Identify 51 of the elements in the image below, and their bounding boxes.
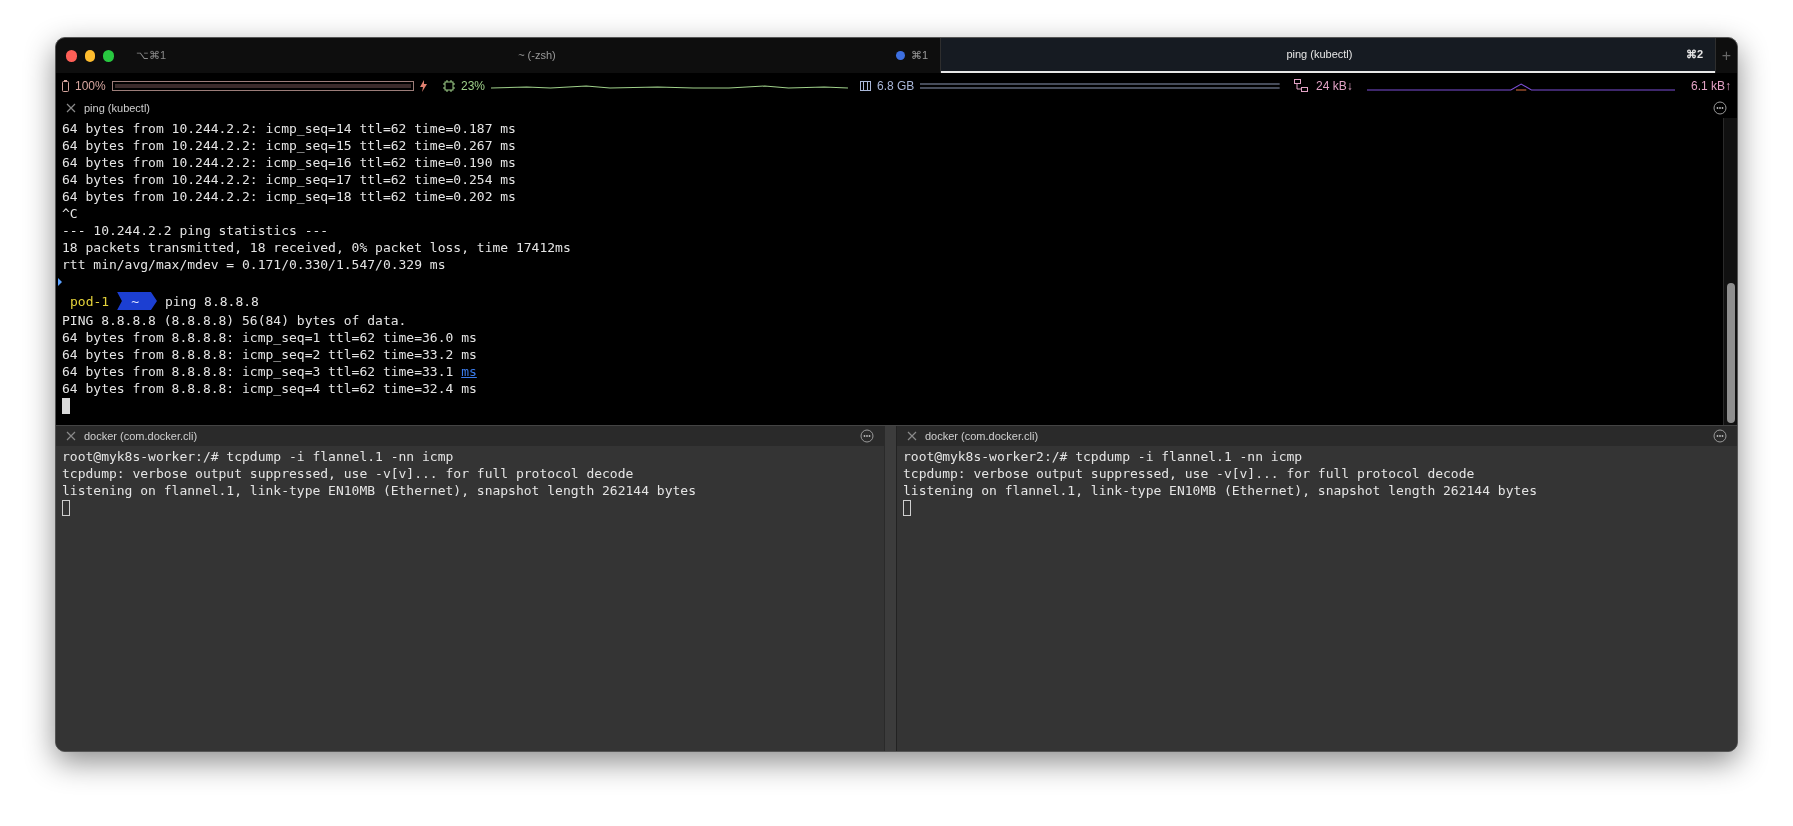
tab-title: ~ (-zsh) — [517, 48, 557, 64]
prompt-directory: ~ — [117, 292, 157, 310]
link[interactable]: ms — [461, 363, 477, 380]
terminal-line: --- 10.244.2.2 ping statistics --- — [62, 222, 329, 239]
pane-title: docker (com.docker.cli) — [925, 428, 1040, 444]
command: ping 8.8.8.8 — [164, 292, 259, 310]
terminal-line: ^C — [62, 205, 78, 222]
terminal-line: 64 bytes from 10.244.2.2: icmp_seq=16 ttl=62 time=0.190 ms — [62, 154, 516, 171]
terminal-line: PING 8.8.8.8 (8.8.8.8) 56(84) bytes of data. — [62, 312, 407, 329]
terminal-line: root@myk8s-worker2:/# tcpdump -i flannel.1 -nn icmp — [903, 448, 1303, 465]
scrollbar[interactable] — [884, 426, 896, 751]
terminal-line: 64 bytes from 8.8.8.8: icmp_seq=3 ttl=62 time=33.1 — [62, 363, 455, 380]
terminal-line: listening on flannel.1, link-type EN10MB (Ethernet), snapshot length 262144 bytes — [62, 482, 696, 499]
terminal-line: 64 bytes from 10.244.2.2: icmp_seq=18 ttl=62 time=0.202 ms — [62, 188, 516, 205]
cpu-percent: 23% — [461, 77, 486, 95]
network-icon — [1294, 79, 1308, 92]
window-shortcut: ⌥⌘1 — [135, 48, 166, 64]
terminal-line: root@myk8s-worker:/# tcpdump -i flannel.1 -nn icmp — [62, 448, 454, 465]
terminal-line: tcpdump: verbose output suppressed, use -v[v]... for full protocol decode — [62, 465, 634, 482]
upload-rate: 6.1 kB↑ — [1690, 77, 1731, 95]
pane-title: docker (com.docker.cli) — [84, 428, 199, 444]
tab[interactable]: ping (kubectl) ⌘2 — [941, 38, 1715, 73]
terminal-line: 64 bytes from 10.244.2.2: icmp_seq=17 ttl=62 time=0.254 ms — [62, 171, 516, 188]
mark-icon — [58, 277, 62, 286]
tab-shortcut: ⌘1 — [910, 48, 928, 64]
terminal-line: 64 bytes from 8.8.8.8: icmp_seq=1 ttl=62 time=36.0 ms — [62, 329, 477, 346]
terminal-line: rtt min/avg/max/mdev = 0.171/0.330/1.547/0.329 ms — [62, 256, 446, 273]
more-icon[interactable] — [1713, 101, 1727, 115]
terminal-line: 64 bytes from 10.244.2.2: icmp_seq=15 ttl=62 time=0.267 ms — [62, 137, 516, 154]
terminal-line: tcpdump: verbose output suppressed, use -v[v]... for full protocol decode — [903, 465, 1475, 482]
tab-shortcut: ⌘2 — [1685, 47, 1703, 63]
close-icon[interactable] — [66, 431, 76, 441]
more-icon[interactable] — [1713, 429, 1727, 443]
tab-title: ping (kubectl) — [1285, 47, 1354, 63]
memory-icon — [860, 80, 871, 91]
scrollbar[interactable] — [1723, 118, 1737, 425]
terminal-line: 64 bytes from 10.244.2.2: icmp_seq=14 ttl=62 time=0.187 ms — [62, 120, 516, 137]
terminal-line: 64 bytes from 8.8.8.8: icmp_seq=4 ttl=62 time=32.4 ms — [62, 380, 477, 397]
prompt-host: pod-1 — [69, 292, 111, 310]
terminal-line: listening on flannel.1, link-type EN10MB (Ethernet), snapshot length 262144 bytes — [903, 482, 1537, 499]
more-icon[interactable] — [860, 429, 874, 443]
chip-icon — [443, 79, 455, 92]
download-rate: 24 kB↓ — [1316, 77, 1353, 95]
battery-icon — [62, 79, 69, 92]
terminal-line: 18 packets transmitted, 18 received, 0% packet loss, time 17412ms — [62, 239, 571, 256]
close-icon[interactable] — [66, 103, 76, 113]
terminal-line: 64 bytes from 8.8.8.8: icmp_seq=2 ttl=62 time=33.2 ms — [62, 346, 477, 363]
battery-percent: 100% — [75, 77, 106, 95]
memory-usage: 6.8 GB — [877, 77, 915, 95]
close-icon[interactable] — [907, 431, 917, 441]
pane-title: ping (kubectl) — [84, 100, 152, 116]
